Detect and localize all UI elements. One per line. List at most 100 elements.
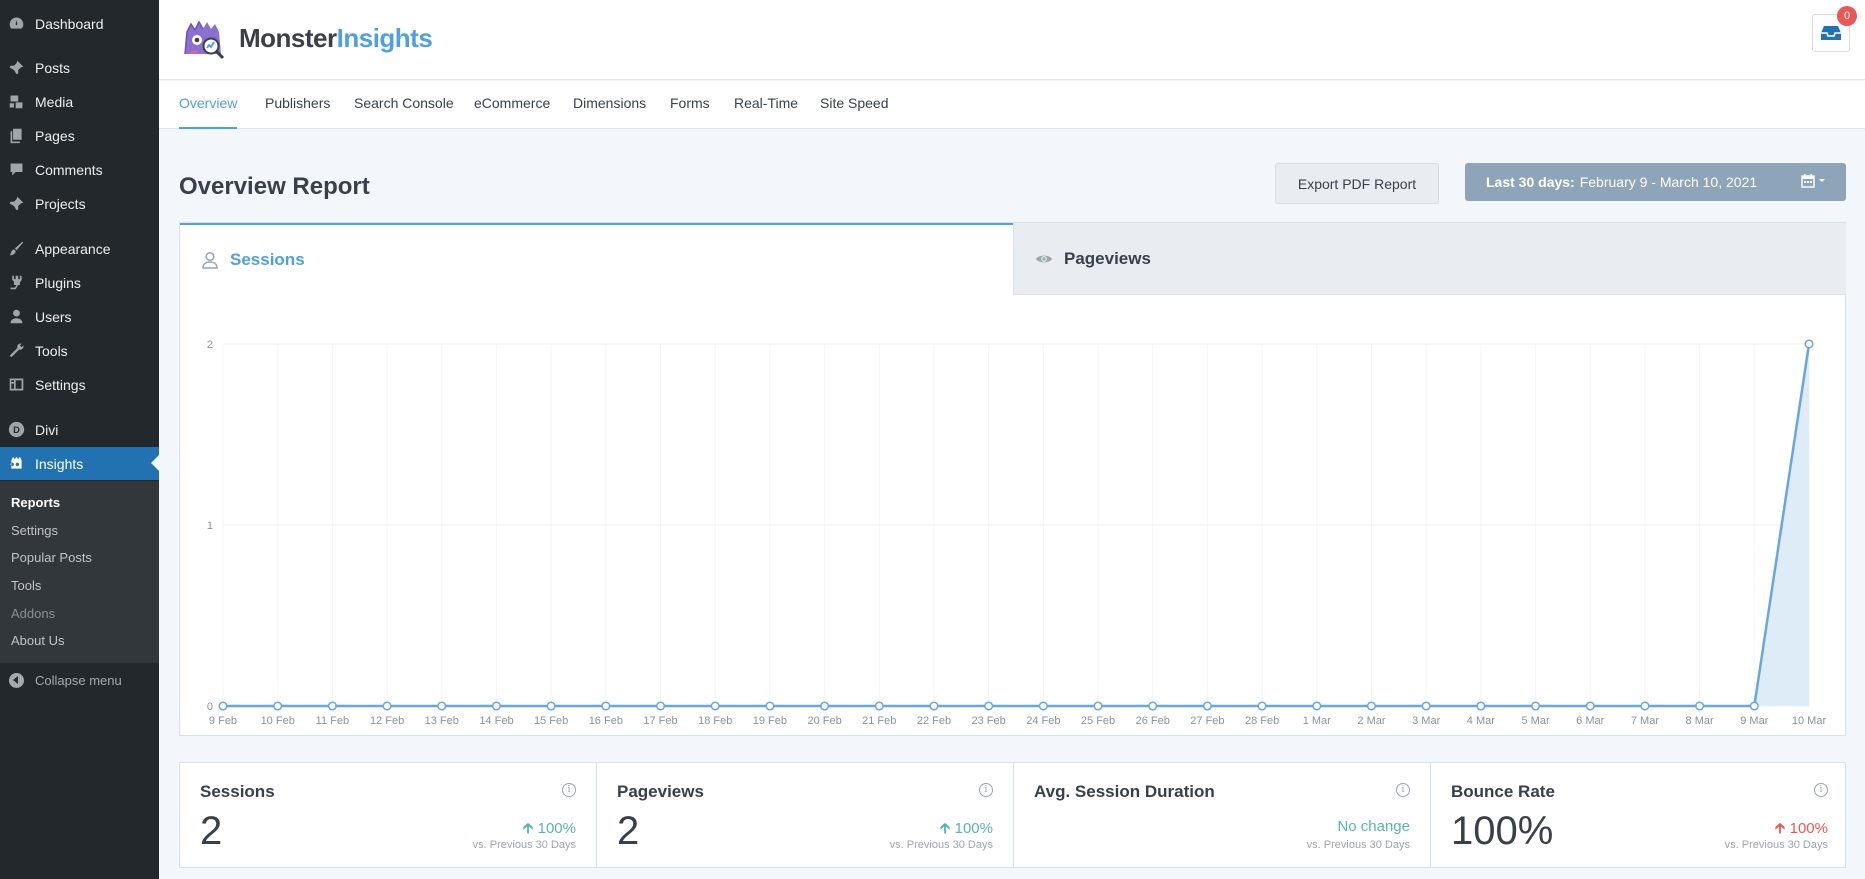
x-tick-label: 11 Feb (316, 715, 349, 727)
sidebar-item-pages[interactable]: Pages (0, 119, 159, 152)
tab-overview[interactable]: Overview (179, 95, 238, 129)
x-tick-label: 4 Mar (1467, 715, 1495, 727)
tab-dimensions[interactable]: Dimensions (573, 95, 646, 129)
collapse-menu-button[interactable]: Collapse menu (0, 669, 159, 691)
chart-tab-pageviews[interactable]: Pageviews (1013, 223, 1846, 295)
sessions-line-chart: 0 1 2 9 Feb 10 Feb 11 Feb 12 Feb 13 Feb 14 Feb 15… (207, 339, 1827, 727)
sidebar-item-tools[interactable]: Tools (0, 334, 159, 367)
chart-tab-sessions-label: Sessions (230, 250, 305, 269)
stat-compare: vs. Previous 30 Days (889, 839, 993, 851)
stat-change-value: 100% (954, 820, 993, 837)
stat-compare: vs. Previous 30 Days (1724, 839, 1828, 851)
submenu-settings[interactable]: Settings (11, 523, 58, 538)
tab-real-time[interactable]: Real-Time (734, 95, 798, 129)
chart-panel: Sessions Pageviews 0 1 2 9 Feb 10 Feb 11 Feb 1… (179, 222, 1846, 736)
logo-text-insights: Insights (336, 22, 433, 53)
sidebar-item-comments[interactable]: Comments (0, 153, 159, 186)
sidebar-item-users[interactable]: Users (0, 300, 159, 333)
eye-icon (1035, 255, 1053, 262)
stat-card-pageviews: Pageviews i 2 🡱 100% vs. Previous 30 Day… (597, 763, 1014, 867)
sidebar-item-label: Plugins (35, 274, 81, 291)
stat-value: 100% (1451, 809, 1554, 853)
date-range-label: Last 30 days: (1486, 174, 1575, 190)
x-tick-label: 2 Mar (1357, 715, 1385, 727)
sidebar-item-label: Users (35, 308, 72, 325)
sidebar-item-dashboard[interactable]: Dashboard (0, 7, 159, 40)
sidebar-item-posts[interactable]: Posts (0, 51, 159, 84)
insights-submenu: Reports Settings Popular Posts Tools Add… (0, 481, 159, 663)
submenu-reports[interactable]: Reports (11, 495, 60, 510)
sidebar-item-label: Settings (35, 376, 86, 393)
data-point (1585, 701, 1595, 711)
divi-icon: D (7, 420, 26, 439)
tab-site-speed[interactable]: Site Speed (820, 95, 889, 129)
submenu-tools[interactable]: Tools (11, 578, 41, 593)
y-tick-label: 1 (207, 520, 213, 532)
notifications-button[interactable]: 0 (1812, 6, 1857, 52)
submenu-about-us[interactable]: About Us (11, 633, 64, 648)
sidebar-item-label: Comments (35, 161, 103, 178)
sidebar-item-media[interactable]: Media (0, 85, 159, 118)
sidebar-item-plugins[interactable]: Plugins (0, 266, 159, 299)
x-tick-label: 27 Feb (1190, 715, 1224, 727)
date-range-picker[interactable]: Last 30 days: February 9 - March 10, 202… (1465, 163, 1846, 201)
data-point (382, 701, 392, 711)
x-tick-label: 9 Feb (209, 715, 237, 727)
pages-icon (7, 126, 26, 145)
sidebar-item-divi[interactable]: D Divi (0, 413, 159, 446)
stat-card-sessions: Sessions i 2 🡱 100% vs. Previous 30 Days (180, 763, 597, 867)
x-tick-label: 14 Feb (479, 715, 513, 727)
x-tick-label: 20 Feb (807, 715, 841, 727)
monster-logo-icon (184, 20, 225, 60)
x-tick-label: 13 Feb (425, 715, 459, 727)
tab-publishers[interactable]: Publishers (265, 95, 330, 129)
chart-tab-sessions[interactable]: Sessions (180, 223, 1013, 295)
sidebar-item-settings[interactable]: Settings (0, 368, 159, 401)
x-tick-label: 9 Mar (1740, 715, 1768, 727)
plugin-header: MonsterInsights 0 (159, 0, 1865, 80)
sidebar-item-label: Dashboard (35, 15, 104, 32)
data-point (1749, 701, 1759, 711)
sidebar-item-label: Tools (35, 342, 68, 359)
info-icon[interactable]: i (1814, 783, 1828, 797)
sidebar-item-projects[interactable]: Projects (0, 187, 159, 220)
x-tick-label: 19 Feb (753, 715, 787, 727)
info-icon[interactable]: i (1396, 783, 1410, 797)
data-point (1312, 701, 1322, 711)
x-tick-label: 25 Feb (1081, 715, 1115, 727)
x-tick-label: 23 Feb (972, 715, 1006, 727)
y-tick-label: 2 (207, 339, 213, 351)
tab-forms[interactable]: Forms (670, 95, 710, 129)
plugin-icon (7, 273, 26, 292)
data-point (874, 701, 884, 711)
chevron-down-icon (1819, 179, 1825, 182)
data-point (273, 701, 283, 711)
sidebar-item-label: Posts (35, 59, 71, 76)
submenu-addons[interactable]: Addons (11, 606, 55, 621)
x-tick-label: 1 Mar (1303, 715, 1331, 727)
y-tick-label: 0 (207, 701, 213, 713)
tab-ecommerce[interactable]: eCommerce (474, 95, 550, 129)
x-tick-label: 10 Mar (1792, 715, 1827, 727)
x-tick-label: 26 Feb (1136, 715, 1170, 727)
monsterinsights-logo[interactable]: MonsterInsights (179, 14, 433, 62)
wrench-icon (7, 341, 26, 360)
data-point (1366, 701, 1377, 711)
x-tick-label: 8 Mar (1686, 715, 1714, 727)
arrow-up-icon: 🡱 (522, 820, 538, 837)
tab-search-console[interactable]: Search Console (354, 95, 454, 129)
info-icon[interactable]: i (562, 783, 576, 797)
data-point (1148, 701, 1158, 711)
dashboard-icon (7, 14, 26, 33)
export-pdf-button[interactable]: Export PDF Report (1275, 163, 1439, 204)
submenu-popular-posts[interactable]: Popular Posts (11, 550, 92, 565)
x-tick-label: 17 Feb (643, 715, 677, 727)
info-icon[interactable]: i (979, 783, 993, 797)
user-icon (7, 307, 26, 326)
data-point (1640, 701, 1650, 711)
sidebar-item-appearance[interactable]: Appearance (0, 232, 159, 265)
settings-icon (7, 375, 26, 394)
sidebar-item-insights[interactable]: Insights (0, 447, 159, 480)
x-tick-label: 18 Feb (698, 715, 732, 727)
collapse-arrow-icon (9, 672, 24, 688)
